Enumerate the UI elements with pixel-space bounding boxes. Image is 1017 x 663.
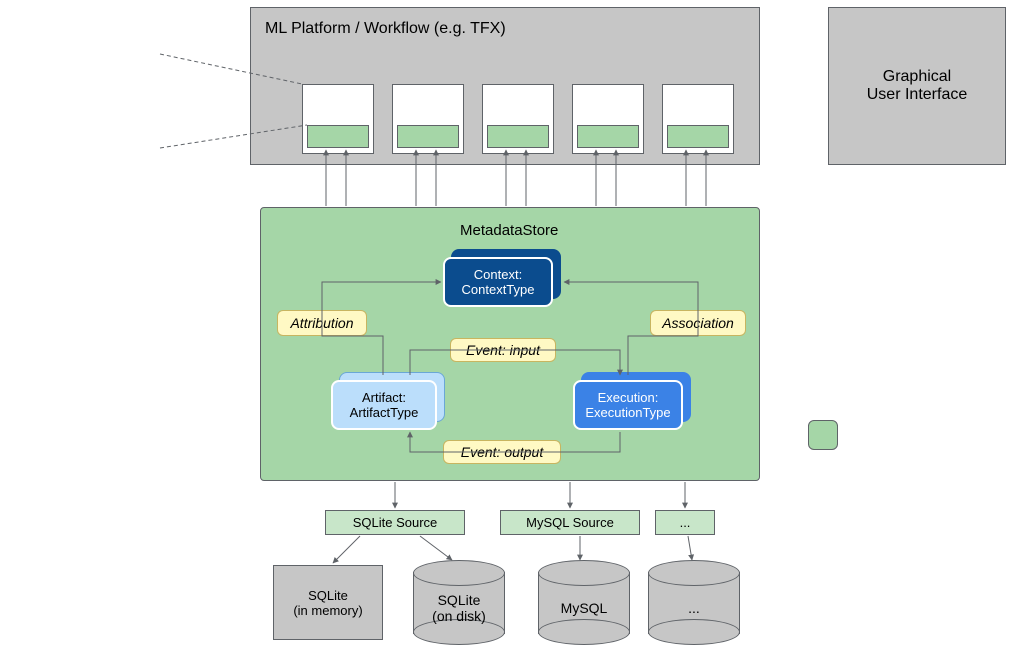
sqlite-mem-line2: (in memory): [293, 603, 362, 618]
metadatastore-title: MetadataStore: [460, 222, 558, 239]
attribution-text: Attribution: [290, 315, 353, 331]
other-cylinder: ...: [648, 560, 740, 645]
event-output-text: Event: output: [461, 444, 544, 460]
context-line2: ContextType: [462, 282, 535, 297]
execution-line1: Execution:: [598, 390, 659, 405]
gui-box: Graphical User Interface: [828, 7, 1006, 165]
workflow-step-4-inner: [577, 125, 639, 148]
legend-flag-icon: [808, 420, 838, 450]
gui-line2: User Interface: [867, 86, 967, 104]
association-label: Association: [650, 310, 746, 336]
sqlite-memory-box: SQLite (in memory): [273, 565, 383, 640]
artifact-line1: Artifact:: [362, 390, 406, 405]
mysql-source-text: MySQL Source: [526, 515, 614, 530]
sqlite-source-bar: SQLite Source: [325, 510, 465, 535]
workflow-step-5-inner: [667, 125, 729, 148]
sqlite-source-text: SQLite Source: [353, 515, 438, 530]
sqlite-mem-line1: SQLite: [308, 588, 348, 603]
event-input-label: Event: input: [450, 338, 556, 362]
artifact-card: Artifact: ArtifactType: [331, 380, 437, 430]
workflow-step-3-inner: [487, 125, 549, 148]
workflow-step-1-inner: [307, 125, 369, 148]
sqlite-disk-cylinder: SQLite (on disk): [413, 560, 505, 645]
sqlite-disk-line1: SQLite: [438, 592, 481, 608]
execution-card: Execution: ExecutionType: [573, 380, 683, 430]
ml-platform-title: ML Platform / Workflow (e.g. TFX): [265, 20, 506, 38]
context-line1: Context:: [474, 267, 522, 282]
event-input-text: Event: input: [466, 342, 540, 358]
attribution-label: Attribution: [277, 310, 367, 336]
sqlite-disk-line2: (on disk): [432, 608, 486, 624]
context-card: Context: ContextType: [443, 257, 553, 307]
execution-line2: ExecutionType: [585, 405, 670, 420]
workflow-step-2-inner: [397, 125, 459, 148]
gui-line1: Graphical: [883, 68, 951, 86]
association-text: Association: [662, 315, 734, 331]
mysql-source-bar: MySQL Source: [500, 510, 640, 535]
other-db-label: ...: [688, 600, 700, 616]
other-source-bar: ...: [655, 510, 715, 535]
artifact-line2: ArtifactType: [350, 405, 419, 420]
event-output-label: Event: output: [443, 440, 561, 464]
other-source-text: ...: [680, 515, 691, 530]
mysql-cylinder: MySQL: [538, 560, 630, 645]
mysql-label: MySQL: [561, 600, 608, 616]
